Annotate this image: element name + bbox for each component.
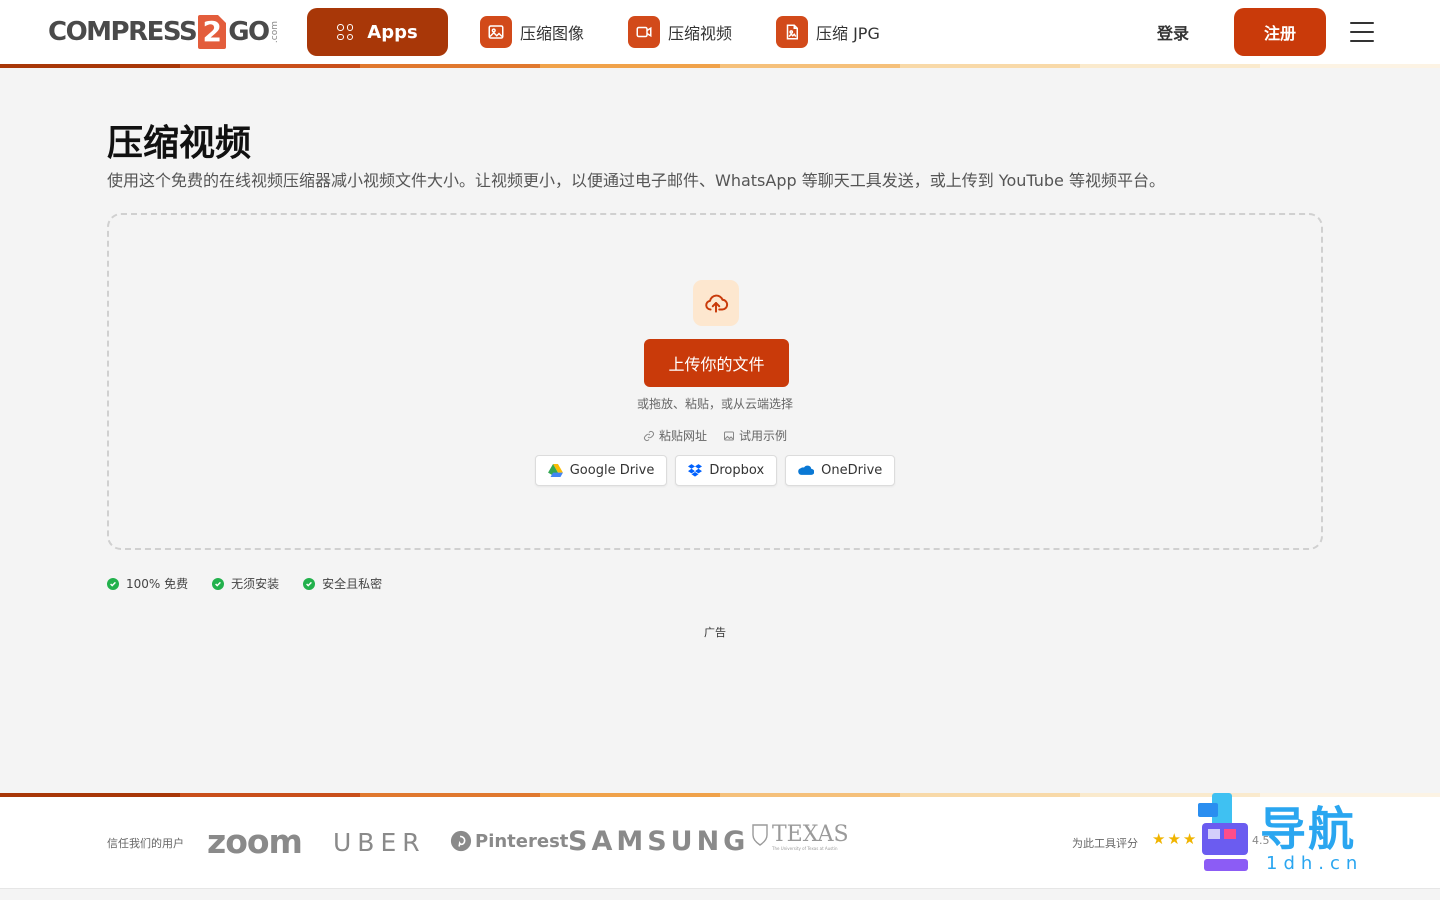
feature-label: 100% 免费 [126,577,189,591]
google-drive-label: Google Drive [569,463,655,478]
dropbox-label: Dropbox [709,463,765,478]
nav-compress-image[interactable]: 压缩图像 [480,16,584,48]
try-example-link[interactable]: 试用示例 [723,427,787,444]
check-icon [303,577,316,590]
brand-pinterest: Pinterest [450,830,568,852]
apps-button[interactable]: Apps [307,8,448,56]
rating-label: 为此工具评分 [1072,837,1138,850]
dropbox-button[interactable]: Dropbox [675,455,778,486]
google-drive-button[interactable]: Google Drive [534,455,668,486]
onedrive-label: OneDrive [821,463,883,478]
brand-samsung: SAMSUNG [568,826,750,857]
ad-label: 广告 [704,626,726,639]
onedrive-button[interactable]: OneDrive [785,455,896,486]
apps-grid-icon [337,24,354,40]
trusted-by-label: 信任我们的用户 [107,837,184,850]
logo-text-right: GO [228,17,270,47]
brand-zoom: zoom [207,822,303,861]
image-icon [480,16,512,48]
logo[interactable]: COMPRESS 2 GO .com [48,14,280,50]
cloud-upload-icon [693,280,739,326]
brand-texas-label: TEXAS [772,822,849,847]
nav-compress-video[interactable]: 压缩视频 [628,16,732,48]
check-icon [107,577,119,590]
feature-item: 安全且私密 [303,575,382,592]
image-example-icon [724,431,734,440]
jpg-file-icon [776,16,808,48]
paste-url-link[interactable]: 粘贴网址 [643,427,707,444]
register-button[interactable]: 注册 [1234,8,1326,56]
feature-list: 100% 免费 无须安装 安全且私密 [107,575,382,592]
brand-texas: TEXAS The University of Texas at Austin [752,824,849,851]
feature-item: 无须安装 [212,575,279,592]
pinterest-icon [450,830,472,852]
watermark-text: 导航 [1260,802,1356,856]
link-icon [644,430,654,441]
upload-files-button[interactable]: 上传你的文件 [644,339,789,387]
hamburger-icon[interactable] [1350,22,1374,42]
texas-shield-icon [752,824,768,846]
nav-compress-jpg[interactable]: 压缩 JPG [776,16,880,48]
cloud-sources: Google Drive Dropbox OneDrive [109,455,1321,486]
upload-dropzone[interactable]: 上传你的文件 或拖放、粘贴，或从云端选择 粘贴网址 试用示例 Google Dr… [107,213,1323,550]
logo-text-left: COMPRESS [48,17,198,47]
logo-suffix: .com [269,20,280,44]
paste-url-label: 粘贴网址 [658,429,707,443]
brand-pinterest-label: Pinterest [475,830,569,852]
try-example-label: 试用示例 [739,429,788,443]
feature-label: 无须安装 [231,577,280,591]
header: COMPRESS 2 GO .com Apps 压缩图像 压缩视频 压缩 JPG… [0,0,1440,64]
login-link[interactable]: 登录 [1157,20,1189,44]
onedrive-icon [798,465,815,475]
header-stripe [0,64,1440,68]
google-drive-icon [547,464,563,477]
watermark: 导航 1dh.cn [1198,793,1398,875]
rating-stars[interactable]: ★★★ [1152,830,1198,848]
nav-label: 压缩 JPG [816,24,880,43]
nav-label: 压缩图像 [520,24,585,43]
drop-hint: 或拖放、粘贴，或从云端选择 [636,397,793,411]
watermark-sub: 1dh.cn [1266,853,1364,874]
nav-label: 压缩视频 [668,24,733,43]
feature-item: 100% 免费 [107,575,188,592]
dropbox-icon [688,464,703,477]
page-description: 使用这个免费的在线视频压缩器减小视频文件大小。让视频更小，以便通过电子邮件、Wh… [107,171,1165,190]
apps-label: Apps [367,21,418,43]
watermark-logo-icon [1198,793,1248,871]
page-title: 压缩视频 [107,123,252,164]
feature-label: 安全且私密 [322,577,383,591]
brand-uber: UBER [333,828,426,857]
brand-texas-sub: The University of Texas at Austin [772,846,838,851]
check-icon [212,577,225,590]
footer-bottom-strip [0,888,1440,900]
video-icon [628,16,660,48]
logo-digit: 2 [198,15,227,49]
upload-links: 粘贴网址 试用示例 [109,427,1321,444]
